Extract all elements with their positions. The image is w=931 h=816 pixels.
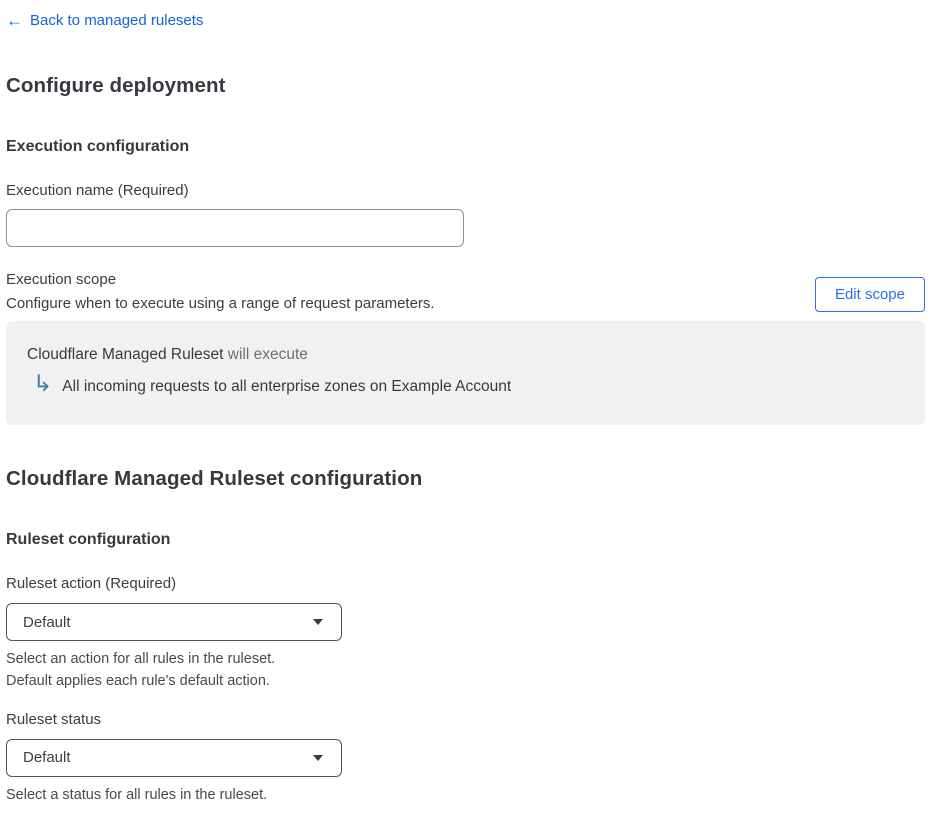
scope-summary-detail-row: ↳ All incoming requests to all enterpris… [27,375,901,398]
back-link-label: Back to managed rulesets [30,12,203,29]
configure-deployment-page: ← Back to managed rulesets Configure dep… [0,0,931,816]
back-arrow-icon: ← [6,12,23,29]
ruleset-configuration-subheading: Ruleset configuration [6,531,925,549]
scope-summary-headline: Cloudflare Managed Ruleset will execute [27,346,901,364]
ruleset-status-label: Ruleset status [6,711,925,728]
execution-scope-label: Execution scope [6,271,435,288]
ruleset-status-selected-value: Default [23,749,71,766]
page-title: Configure deployment [6,74,925,98]
execution-configuration-heading: Execution configuration [6,138,925,156]
execution-scope-description: Configure when to execute using a range … [6,295,435,312]
ruleset-status-help: Select a status for all rules in the rul… [6,784,925,806]
scope-summary-detail: All incoming requests to all enterprise … [62,378,511,396]
ruleset-action-help-line-2: Default applies each rule's default acti… [6,670,925,692]
ruleset-action-label: Ruleset action (Required) [6,575,925,592]
chevron-down-icon [313,755,323,761]
edit-scope-button[interactable]: Edit scope [815,277,925,313]
scope-summary-suffix: will execute [228,346,308,363]
chevron-down-icon [313,619,323,625]
execution-scope-row: Execution scope Configure when to execut… [6,271,925,312]
execution-name-label: Execution name (Required) [6,182,925,199]
ruleset-action-select[interactable]: Default [6,603,342,641]
back-to-managed-rulesets-link[interactable]: ← Back to managed rulesets [6,12,203,29]
ruleset-action-help: Select an action for all rules in the ru… [6,648,925,693]
ruleset-action-selected-value: Default [23,614,71,631]
ruleset-configuration-page-heading: Cloudflare Managed Ruleset configuration [6,467,925,491]
execution-scope-text: Execution scope Configure when to execut… [6,271,435,312]
ruleset-action-help-line-1: Select an action for all rules in the ru… [6,648,925,670]
branch-arrow-icon: ↳ [33,372,52,395]
scope-summary-box: Cloudflare Managed Ruleset will execute … [6,321,925,425]
scope-summary-ruleset-name: Cloudflare Managed Ruleset [27,346,223,363]
execution-name-input[interactable] [6,209,464,247]
ruleset-status-help-line-1: Select a status for all rules in the rul… [6,784,925,806]
ruleset-status-select[interactable]: Default [6,739,342,777]
